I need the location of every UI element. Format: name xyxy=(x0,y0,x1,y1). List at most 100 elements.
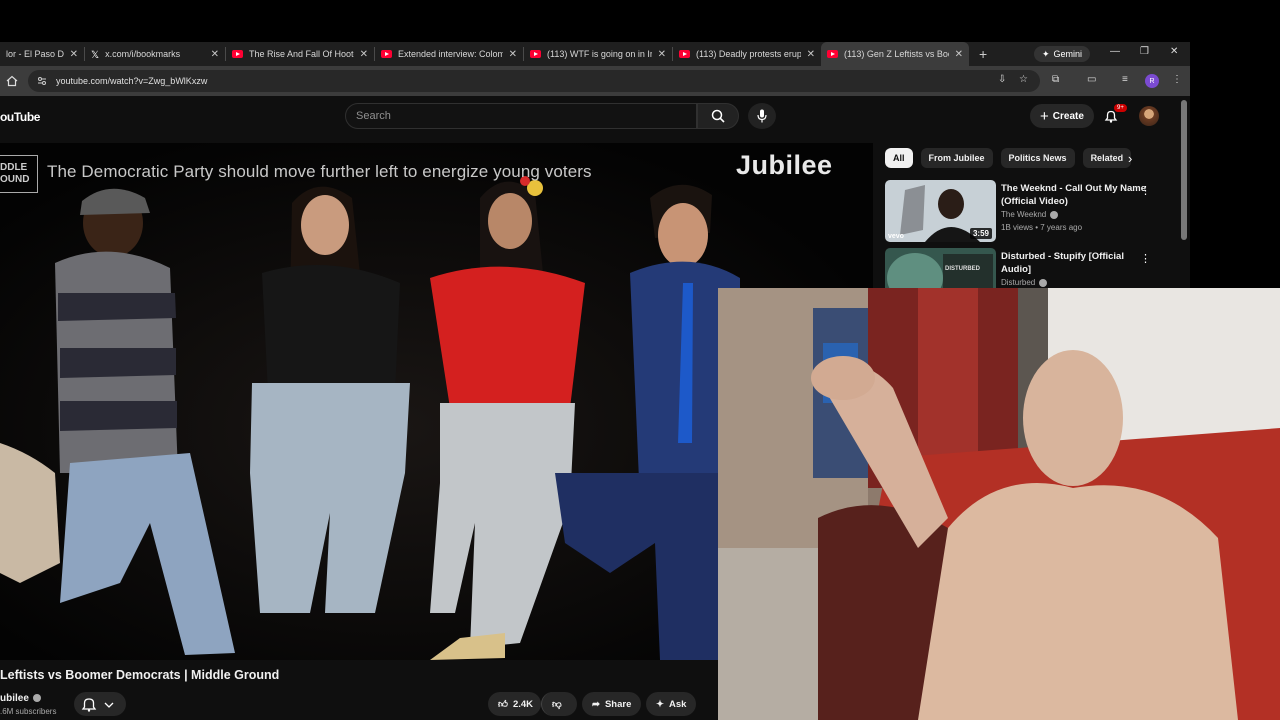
url-text: youtube.com/watch?v=Zwg_bWlKxzw xyxy=(56,76,208,86)
share-button[interactable]: ➦ Share xyxy=(582,692,642,716)
create-button[interactable]: + Create xyxy=(1030,104,1094,128)
youtube-logo[interactable]: ouTube xyxy=(0,110,40,124)
close-icon[interactable]: ✕ xyxy=(70,49,78,60)
thumbs-up-icon: 👍︎ xyxy=(498,699,508,710)
close-icon[interactable]: ✕ xyxy=(955,49,963,60)
recommendation-meta: 1B views • 7 years ago xyxy=(1001,223,1083,232)
browser-tab[interactable]: lor - El Paso Del ✕ xyxy=(0,42,84,66)
more-options-icon[interactable]: ⋮ xyxy=(1140,252,1151,265)
duration-badge: 3:59 xyxy=(969,228,992,239)
browser-tab[interactable]: The Rise And Fall Of Hooters ✕ xyxy=(226,42,374,66)
chip-related[interactable]: Related xyxy=(1082,148,1132,168)
video-thumbnail[interactable]: vevo 3:59 xyxy=(885,180,996,242)
tab-title: The Rise And Fall Of Hooters xyxy=(249,49,354,59)
subscriber-count: .6M subscribers xyxy=(0,707,57,716)
menu-dots-icon[interactable]: ⋮ xyxy=(1172,74,1182,85)
search-bar[interactable] xyxy=(345,103,697,129)
voice-search-button[interactable] xyxy=(748,103,776,129)
subscription-bell-button[interactable] xyxy=(74,692,126,716)
verified-icon xyxy=(32,694,41,703)
like-button[interactable]: 👍︎ 2.4K xyxy=(488,692,541,716)
ask-button[interactable]: ✦ Ask xyxy=(646,692,697,716)
video-caption: The Democratic Party should move further… xyxy=(47,162,592,181)
tab-title: lor - El Paso Del xyxy=(6,49,64,59)
dislike-button[interactable]: 👎︎ xyxy=(541,692,577,716)
recommendation-item[interactable]: vevo 3:59 The Weeknd - Call Out My Name … xyxy=(885,180,1175,244)
recommendation-title[interactable]: Disturbed - Stupify [Official Audio] xyxy=(1001,250,1151,276)
browser-tab[interactable]: (113) WTF is going on in Iran ✕ xyxy=(524,42,672,66)
microphone-icon xyxy=(757,109,767,123)
video-title: Leftists vs Boomer Democrats | Middle Gr… xyxy=(0,668,280,682)
browser-tab-bar: lor - El Paso Del ✕ 𝕏 x.com/i/bookmarks … xyxy=(0,42,1190,66)
sparkle-icon: ✦ xyxy=(656,698,664,710)
recommendation-title[interactable]: The Weeknd - Call Out My Name (Official … xyxy=(1001,182,1151,208)
tab-title: x.com/i/bookmarks xyxy=(105,49,181,59)
tab-title: (113) WTF is going on in Iran xyxy=(547,49,652,59)
maximize-icon[interactable]: ❐ xyxy=(1140,46,1149,57)
page-scrollbar[interactable] xyxy=(1181,100,1187,240)
disturbed-logo: DISTURBED xyxy=(945,266,981,272)
new-tab-button[interactable]: + xyxy=(979,46,987,62)
window-close-icon[interactable]: ✕ xyxy=(1170,46,1178,57)
bookmark-star-icon[interactable]: ☆ xyxy=(1019,74,1028,85)
recommendation-channel[interactable]: The Weeknd xyxy=(1001,210,1059,219)
vevo-logo: vevo xyxy=(888,233,904,240)
x-logo-icon: 𝕏 xyxy=(91,50,100,61)
account-avatar[interactable] xyxy=(1139,106,1159,126)
more-options-icon[interactable]: ⋮ xyxy=(1140,184,1151,197)
chip-politics-news[interactable]: Politics News xyxy=(1000,148,1075,168)
top-black-strip xyxy=(0,0,1280,42)
browser-tab-active[interactable]: (113) Gen Z Leftists vs Boome ✕ xyxy=(821,42,969,66)
jubilee-watermark: Jubilee xyxy=(736,150,833,180)
recommendation-channel[interactable]: Disturbed xyxy=(1001,278,1048,287)
browser-tab[interactable]: 𝕏 x.com/i/bookmarks ✕ xyxy=(85,42,225,66)
site-info-icon[interactable] xyxy=(36,75,48,87)
share-label: Share xyxy=(604,698,632,710)
plus-icon: + xyxy=(1040,107,1049,125)
gemini-label: Gemini xyxy=(1053,49,1083,59)
youtube-icon xyxy=(232,50,243,58)
tab-title: (113) Gen Z Leftists vs Boome xyxy=(844,49,949,59)
media-control-icon[interactable]: ≡ xyxy=(1122,74,1128,85)
middle-ground-logo: DDLE OUND xyxy=(0,155,38,193)
ask-label: Ask xyxy=(668,698,687,710)
channel-name: ubilee xyxy=(0,693,29,704)
search-input[interactable] xyxy=(356,110,676,122)
chip-all[interactable]: All xyxy=(885,148,913,168)
channel-name-row[interactable]: ubilee xyxy=(0,693,41,704)
profile-avatar[interactable]: R xyxy=(1145,74,1159,88)
browser-tab[interactable]: (113) Deadly protests erupt i ✕ xyxy=(673,42,821,66)
chevron-right-icon[interactable]: › xyxy=(1128,151,1132,166)
browser-tab[interactable]: Extended interview: Colombi ✕ xyxy=(375,42,523,66)
extensions-icon[interactable]: ⧉ xyxy=(1052,74,1059,85)
share-arrow-icon: ➦ xyxy=(592,698,600,710)
sidebar-icon[interactable]: ▭ xyxy=(1087,74,1096,85)
verified-icon xyxy=(1039,278,1048,287)
channel-name: The Weeknd xyxy=(1001,210,1047,219)
minimize-icon[interactable]: — xyxy=(1110,46,1120,57)
home-icon[interactable] xyxy=(6,75,18,87)
gemini-button[interactable]: ✦ Gemini xyxy=(1034,46,1091,62)
search-icon xyxy=(711,109,725,123)
thumbs-down-icon: 👎︎ xyxy=(552,699,562,710)
tab-title: (113) Deadly protests erupt i xyxy=(696,49,801,59)
close-icon[interactable]: ✕ xyxy=(211,49,219,60)
create-label: Create xyxy=(1052,110,1084,122)
close-icon[interactable]: ✕ xyxy=(360,49,368,60)
webcam-overlay xyxy=(718,288,1280,720)
youtube-icon xyxy=(530,50,541,58)
close-icon[interactable]: ✕ xyxy=(509,49,517,60)
bell-dropdown-icon xyxy=(81,698,114,712)
notification-badge: 9+ xyxy=(1114,104,1127,112)
url-box[interactable]: youtube.com/watch?v=Zwg_bWlKxzw xyxy=(28,70,1040,92)
verified-icon xyxy=(1050,210,1059,219)
close-icon[interactable]: ✕ xyxy=(658,49,666,60)
search-button[interactable] xyxy=(697,103,739,129)
channel-name: Disturbed xyxy=(1001,278,1036,287)
youtube-icon xyxy=(827,50,838,58)
close-icon[interactable]: ✕ xyxy=(807,49,815,60)
install-icon[interactable]: ⇩ xyxy=(998,74,1006,85)
chip-from-jubilee[interactable]: From Jubilee xyxy=(920,148,993,168)
webcam-image xyxy=(718,288,1280,720)
youtube-icon xyxy=(679,50,690,58)
